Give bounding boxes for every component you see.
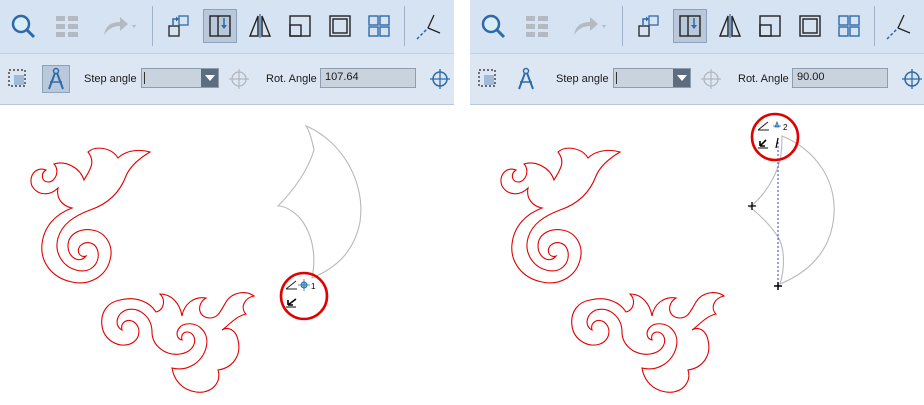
- dotted-select-icon[interactable]: [4, 65, 32, 93]
- panel-gap: [454, 0, 470, 405]
- corner-square-icon[interactable]: [753, 9, 787, 43]
- main-toolbar: [0, 0, 454, 54]
- design-canvas[interactable]: 1: [0, 105, 454, 405]
- text-caret: [616, 72, 617, 84]
- crosshair-icon[interactable]: [697, 65, 725, 93]
- cursor-index-label: 2: [783, 123, 788, 132]
- left-panel: Step angle Rot. Angle 107.64 1: [0, 0, 454, 405]
- toolbar-separator: [404, 6, 405, 46]
- step-angle-label: Step angle: [556, 73, 609, 85]
- crosshair-icon[interactable]: [225, 65, 253, 93]
- embroidery-scroll-design[interactable]: [500, 147, 726, 393]
- split-rectangle-icon[interactable]: [673, 9, 707, 43]
- four-squares-icon[interactable]: [832, 9, 866, 43]
- right-panel: Step angle Rot. Angle 90.00 2: [470, 0, 924, 405]
- chevron-down-icon[interactable]: [673, 69, 690, 87]
- rot-angle-label: Rot. Angle: [738, 73, 789, 85]
- redo-arrow-icon[interactable]: [566, 9, 610, 43]
- move-to-corner-icon[interactable]: [162, 9, 196, 43]
- step-angle-combo[interactable]: [141, 68, 219, 88]
- four-squares-icon[interactable]: [362, 9, 396, 43]
- corner-square-icon[interactable]: [283, 9, 317, 43]
- angle-line-icon[interactable]: [882, 9, 916, 43]
- chevron-down-icon[interactable]: [201, 69, 218, 87]
- embroidery-scroll-design[interactable]: [30, 147, 256, 393]
- main-toolbar: [470, 0, 924, 54]
- text-caret: [144, 72, 145, 84]
- mirror-triangle-icon[interactable]: [243, 9, 277, 43]
- toolbar-separator: [874, 6, 875, 46]
- compass-icon[interactable]: [512, 65, 540, 93]
- rotate-cursor-icon: [757, 120, 781, 149]
- grey-shape-outline[interactable]: [749, 135, 835, 285]
- split-rectangle-icon[interactable]: [203, 9, 237, 43]
- step-angle-combo[interactable]: [613, 68, 691, 88]
- compass-icon[interactable]: [42, 65, 70, 93]
- step-angle-label: Step angle: [84, 73, 137, 85]
- mirror-triangle-icon[interactable]: [713, 9, 747, 43]
- rotate-cursor-icon: [285, 279, 310, 308]
- toolbar-separator: [152, 6, 153, 46]
- design-canvas[interactable]: 2: [470, 105, 924, 405]
- rot-angle-field[interactable]: 90.00: [792, 68, 888, 88]
- move-to-corner-icon[interactable]: [632, 9, 666, 43]
- square-frame-icon[interactable]: [323, 9, 357, 43]
- crosshair-icon[interactable]: [898, 65, 924, 93]
- grid-icon[interactable]: [520, 9, 554, 43]
- redo-arrow-icon[interactable]: [96, 9, 140, 43]
- grid-icon[interactable]: [50, 9, 84, 43]
- magnifier-icon[interactable]: [476, 9, 510, 43]
- grey-shape-outline[interactable]: [276, 124, 362, 279]
- square-frame-icon[interactable]: [793, 9, 827, 43]
- cursor-index-label: 1: [311, 282, 316, 291]
- crosshair-icon[interactable]: [426, 65, 454, 93]
- angle-line-icon[interactable]: [412, 9, 446, 43]
- rot-angle-field[interactable]: 107.64: [320, 68, 416, 88]
- rot-angle-label: Rot. Angle: [266, 73, 317, 85]
- toolbar-separator: [622, 6, 623, 46]
- dotted-select-icon[interactable]: [474, 65, 502, 93]
- magnifier-icon[interactable]: [6, 9, 40, 43]
- highlight-circle: [750, 112, 800, 162]
